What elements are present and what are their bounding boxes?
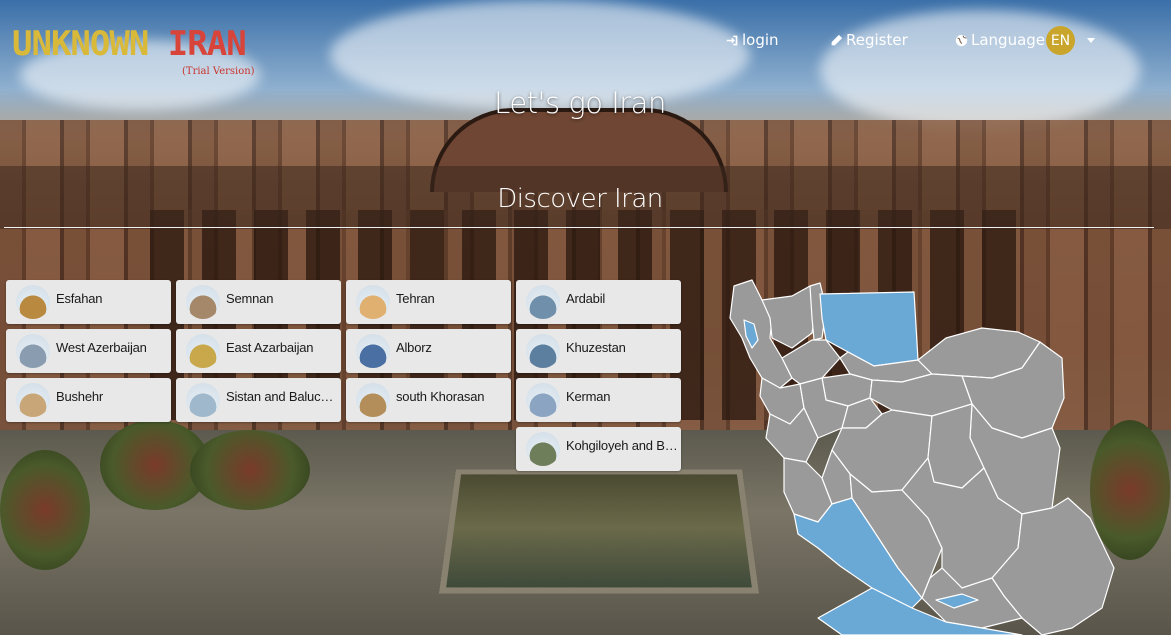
province-thumbnail [186, 383, 220, 417]
province-card[interactable]: West Azerbaijan [6, 329, 171, 373]
background-tree [0, 450, 90, 570]
province-name: Khuzestan [566, 340, 626, 355]
province-card[interactable]: Ardabil [516, 280, 681, 324]
province-name: Kerman [566, 389, 611, 404]
register-link[interactable]: Register [830, 31, 908, 49]
province-name: Tehran [396, 291, 435, 306]
province-thumbnail [356, 334, 390, 368]
province-card[interactable]: Bushehr [6, 378, 171, 422]
province-name: Sistan and Baluchestan [226, 389, 338, 404]
province-thumbnail [16, 285, 50, 319]
login-icon [726, 35, 738, 45]
hero-title: Let's go Iran [494, 86, 666, 120]
province-thumbnail [16, 383, 50, 417]
login-label: login [742, 31, 779, 49]
pencil-icon [831, 34, 843, 45]
logo-word-iran: IRAN [167, 24, 247, 64]
logo-word-unknown: UNKNOWN [12, 24, 149, 64]
province-card[interactable]: Sistan and Baluchestan [176, 378, 341, 422]
province-name: south Khorasan [396, 389, 485, 404]
section-divider [4, 227, 1154, 228]
province-name: West Azerbaijan [56, 340, 147, 355]
province-name: Ardabil [566, 291, 606, 306]
province-thumbnail [526, 285, 560, 319]
province-name: Kohgiloyeh and Boyer-Ahmad [566, 438, 678, 453]
province-card[interactable]: Semnan [176, 280, 341, 324]
language-menu[interactable]: Language [955, 31, 1045, 49]
province-name: Alborz [396, 340, 432, 355]
province-name: Semnan [226, 291, 274, 306]
province-card[interactable]: Tehran [346, 280, 511, 324]
province-card[interactable]: Kohgiloyeh and Boyer-Ahmad [516, 427, 681, 471]
province-card[interactable]: Alborz [346, 329, 511, 373]
province-thumbnail [526, 383, 560, 417]
logo-subtitle: (Trial Version) [182, 66, 255, 77]
chevron-down-icon[interactable] [1087, 38, 1095, 43]
province-card[interactable]: south Khorasan [346, 378, 511, 422]
province-name: Esfahan [56, 291, 103, 306]
province-thumbnail [16, 334, 50, 368]
logo-title: UNKNOWN IRAN [12, 24, 247, 64]
login-link[interactable]: login [726, 31, 779, 49]
background-pool [438, 469, 760, 594]
background-tree [190, 430, 310, 510]
province-card[interactable]: Esfahan [6, 280, 171, 324]
province-thumbnail [526, 334, 560, 368]
register-label: Register [846, 31, 908, 49]
language-label: Language [971, 31, 1046, 49]
province-thumbnail [526, 432, 560, 466]
province-card[interactable]: East Azarbaijan [176, 329, 341, 373]
site-logo[interactable]: UNKNOWN IRAN (Trial Version) [12, 24, 255, 77]
province-name: East Azarbaijan [226, 340, 314, 355]
language-code-badge[interactable]: EN [1046, 26, 1075, 55]
iran-map[interactable] [722, 278, 1152, 635]
province-thumbnail [356, 285, 390, 319]
province-thumbnail [186, 334, 220, 368]
province-thumbnail [356, 383, 390, 417]
province-name: Bushehr [56, 389, 104, 404]
province-card[interactable]: Khuzestan [516, 329, 681, 373]
province-thumbnail [186, 285, 220, 319]
section-title: Discover Iran [497, 184, 663, 214]
province-card[interactable]: Kerman [516, 378, 681, 422]
globe-icon [955, 34, 968, 46]
